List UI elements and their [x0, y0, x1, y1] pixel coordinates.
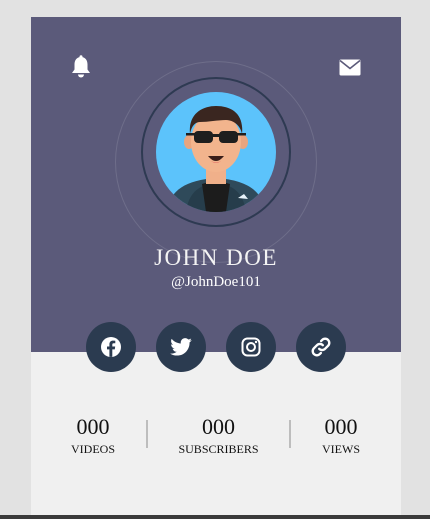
twitter-icon	[170, 338, 192, 356]
stat-subscribers-label: SUBSCRIBERS	[178, 442, 259, 456]
stat-videos-value: 000	[76, 414, 110, 439]
avatar[interactable]	[156, 92, 276, 212]
mail-icon[interactable]	[338, 56, 362, 78]
bottom-edge-bar	[0, 515, 430, 519]
profile-handle: @JohnDoe101	[171, 274, 261, 290]
profile-card: JOHN DOE @JohnDoe101 000 VIDEOS 000 SUBS	[31, 17, 401, 519]
stat-views-value: 000	[324, 414, 358, 439]
twitter-button[interactable]	[156, 322, 206, 372]
stat-views: 000 VIEWS	[311, 415, 371, 457]
facebook-icon	[101, 337, 121, 357]
instagram-button[interactable]	[226, 322, 276, 372]
link-button[interactable]	[296, 322, 346, 372]
stat-subscribers-value: 000	[202, 414, 235, 439]
stat-videos-label: VIDEOS	[71, 442, 115, 456]
profile-name: JOHN DOE	[154, 245, 278, 270]
stat-divider	[146, 420, 148, 448]
link-icon	[311, 337, 331, 357]
stat-videos: 000 VIDEOS	[58, 415, 128, 457]
stat-divider	[289, 420, 291, 448]
profile-header: JOHN DOE @JohnDoe101	[31, 17, 401, 352]
avatar-illustration	[166, 106, 266, 212]
bell-icon[interactable]	[69, 55, 93, 79]
instagram-icon	[241, 337, 261, 357]
stat-subscribers: 000 SUBSCRIBERS	[166, 415, 271, 457]
stat-views-label: VIEWS	[322, 442, 360, 456]
facebook-button[interactable]	[86, 322, 136, 372]
